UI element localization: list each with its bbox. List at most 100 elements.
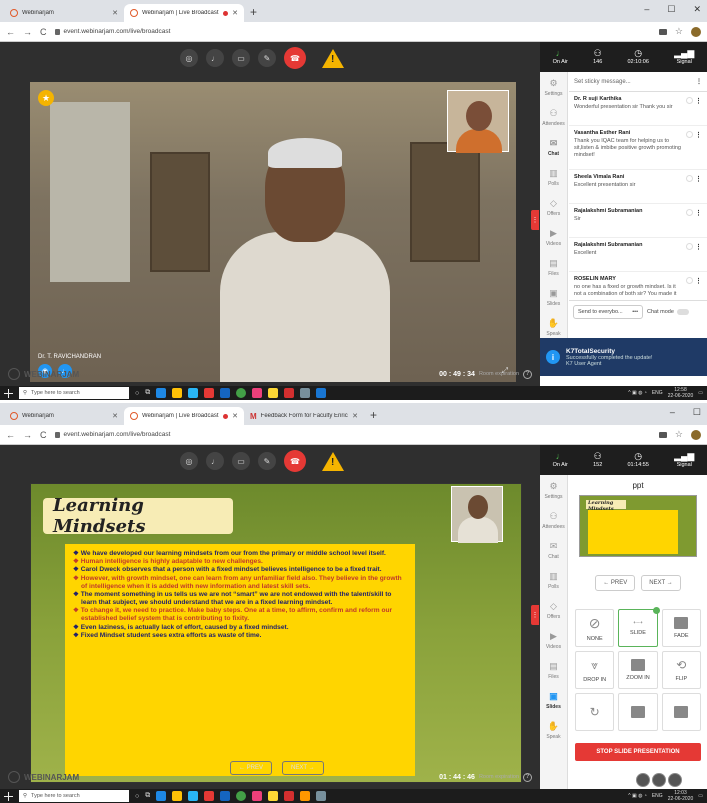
forward-icon[interactable]: → xyxy=(23,430,32,440)
microphone-icon[interactable]: ♩ xyxy=(206,452,224,470)
rail-attendees[interactable]: ⚇ Attendees xyxy=(540,102,567,132)
panel-toggle[interactable]: ⋮ xyxy=(531,210,539,230)
edge-icon[interactable] xyxy=(156,791,167,801)
new-tab-button[interactable]: + xyxy=(370,408,377,422)
pen-icon[interactable]: ✎ xyxy=(258,49,276,67)
sticky-message-input[interactable]: Set sticky message... ⋮ xyxy=(569,72,707,92)
close-tab-icon[interactable]: ✕ xyxy=(232,412,238,420)
folder-icon[interactable] xyxy=(268,791,279,801)
reply-icon[interactable] xyxy=(686,131,693,138)
avatar[interactable] xyxy=(652,773,666,787)
reply-icon[interactable] xyxy=(686,97,693,104)
maximize-icon[interactable]: ☐ xyxy=(693,407,701,418)
present-icon[interactable]: ▭ xyxy=(232,49,250,67)
back-icon[interactable]: ← xyxy=(6,430,15,440)
chrome-icon[interactable] xyxy=(236,791,247,801)
rail-speak[interactable]: ✋ Speak xyxy=(540,715,567,745)
more-icon[interactable]: ⋮ xyxy=(696,78,702,85)
browser-tab[interactable]: Webinarjam ✕ xyxy=(4,4,124,22)
effect-none[interactable]: ⊘ NONE xyxy=(575,609,615,647)
windows-start-icon[interactable] xyxy=(4,791,13,801)
browser-tab[interactable]: M Feedback Form for Faculty Enrich ✕ xyxy=(244,407,364,425)
effect-item[interactable] xyxy=(661,693,701,731)
chat-mode-toggle[interactable]: Chat mode xyxy=(647,308,689,315)
mail-icon[interactable] xyxy=(220,388,231,398)
warning-icon[interactable]: ! xyxy=(322,48,344,68)
close-tab-icon[interactable]: ✕ xyxy=(112,412,118,420)
task-view-icon[interactable]: ⧉ xyxy=(145,389,150,397)
acrobat-icon[interactable] xyxy=(284,388,295,398)
maximize-icon[interactable]: ☐ xyxy=(667,4,675,15)
stop-slide-presentation-button[interactable]: STOP SLIDE PRESENTATION xyxy=(575,743,701,761)
profile-avatar[interactable] xyxy=(691,429,701,440)
more-icon[interactable]: ⋮ xyxy=(695,277,702,285)
rail-files[interactable]: ▤ Files xyxy=(540,252,567,282)
rail-chat[interactable]: ✉ Chat xyxy=(540,535,567,565)
end-call-icon[interactable]: ☎ xyxy=(284,47,306,69)
reply-icon[interactable] xyxy=(686,277,693,284)
folder-icon[interactable] xyxy=(268,388,279,398)
browser-tab[interactable]: Webinarjam ✕ xyxy=(4,407,124,425)
store-icon[interactable] xyxy=(172,791,183,801)
more-icon[interactable]: ⋮ xyxy=(695,209,702,217)
app-icon[interactable] xyxy=(252,388,263,398)
pen-icon[interactable]: ✎ xyxy=(258,452,276,470)
star-badge-icon[interactable]: ★ xyxy=(38,90,54,106)
app-icon[interactable] xyxy=(252,791,263,801)
app-icon[interactable] xyxy=(204,388,215,398)
reload-icon[interactable]: C xyxy=(40,430,47,440)
effect-fade[interactable]: FADE xyxy=(661,609,701,647)
app-icon[interactable] xyxy=(188,388,199,398)
effect-item[interactable]: ↻ xyxy=(575,693,615,731)
forward-icon[interactable]: → xyxy=(23,27,32,37)
ppt-next-button[interactable]: NEXT → xyxy=(641,575,681,591)
url-field[interactable]: event.webinarjam.com/live/broadcast xyxy=(54,28,170,35)
rail-settings[interactable]: ⚙ Settings xyxy=(540,72,567,102)
browser-tab-active[interactable]: Webinarjam | Live Broadcast ✕ xyxy=(124,4,244,22)
camera-icon[interactable] xyxy=(658,28,667,35)
url-field[interactable]: event.webinarjam.com/live/broadcast xyxy=(54,431,170,438)
rail-files[interactable]: ▤ Files xyxy=(540,655,567,685)
avatar[interactable] xyxy=(636,773,650,787)
acrobat-icon[interactable] xyxy=(284,791,295,801)
microphone-icon[interactable]: ♩ xyxy=(206,49,224,67)
minimize-icon[interactable]: – xyxy=(670,407,675,418)
effect-zoom-in[interactable]: ZOOM IN xyxy=(618,651,658,689)
rail-slides[interactable]: ▣ Slides xyxy=(540,282,567,312)
close-tab-icon[interactable]: ✕ xyxy=(112,9,118,17)
reply-icon[interactable] xyxy=(686,209,693,216)
effect-flip[interactable]: ⟲ FLIP xyxy=(661,651,701,689)
rail-chat[interactable]: ✉ Chat xyxy=(540,132,567,162)
rail-polls[interactable]: ▥ Polls xyxy=(540,162,567,192)
send-to-select[interactable]: Send to everybo... ••• xyxy=(573,304,643,319)
vlc-icon[interactable] xyxy=(300,791,311,801)
notifications-icon[interactable]: ▭ xyxy=(698,390,703,396)
task-view-icon[interactable]: ⧉ xyxy=(145,792,150,800)
word-icon[interactable] xyxy=(316,388,327,398)
avatar[interactable] xyxy=(668,773,682,787)
taskbar-clock[interactable]: 12:03 22-06-2020 xyxy=(668,790,694,802)
rail-slides[interactable]: ▣ Slides xyxy=(540,685,567,715)
tray-icons[interactable]: ^ ▣ ◍ ◔ xyxy=(628,390,647,396)
rail-polls[interactable]: ▥ Polls xyxy=(540,565,567,595)
close-tab-icon[interactable]: ✕ xyxy=(232,9,238,17)
rail-settings[interactable]: ⚙ Settings xyxy=(540,475,567,505)
browser-tab-active[interactable]: Webinarjam | Live Broadcast ✕ xyxy=(124,407,244,425)
notifications-icon[interactable]: ▭ xyxy=(698,793,703,799)
effect-slide[interactable]: ⇠⇢ SLIDE xyxy=(618,607,660,647)
windows-start-icon[interactable] xyxy=(4,388,13,398)
screen-share-icon[interactable]: ◎ xyxy=(180,49,198,67)
more-icon[interactable]: ⋮ xyxy=(695,175,702,183)
app-icon[interactable] xyxy=(204,791,215,801)
mail-icon[interactable] xyxy=(220,791,231,801)
tray-icons[interactable]: ^ ▣ ◍ ◔ xyxy=(628,793,647,799)
minimize-icon[interactable]: – xyxy=(644,4,649,15)
effect-item[interactable] xyxy=(618,693,658,731)
close-tab-icon[interactable]: ✕ xyxy=(352,412,358,420)
star-icon[interactable]: ☆ xyxy=(675,26,683,37)
app-icon[interactable] xyxy=(188,791,199,801)
effect-drop-in[interactable]: ⩔ DROP IN xyxy=(575,651,615,689)
profile-avatar[interactable] xyxy=(691,26,701,37)
cortana-icon[interactable]: ○ xyxy=(135,390,139,397)
guest-video-thumbnail[interactable] xyxy=(447,90,509,153)
